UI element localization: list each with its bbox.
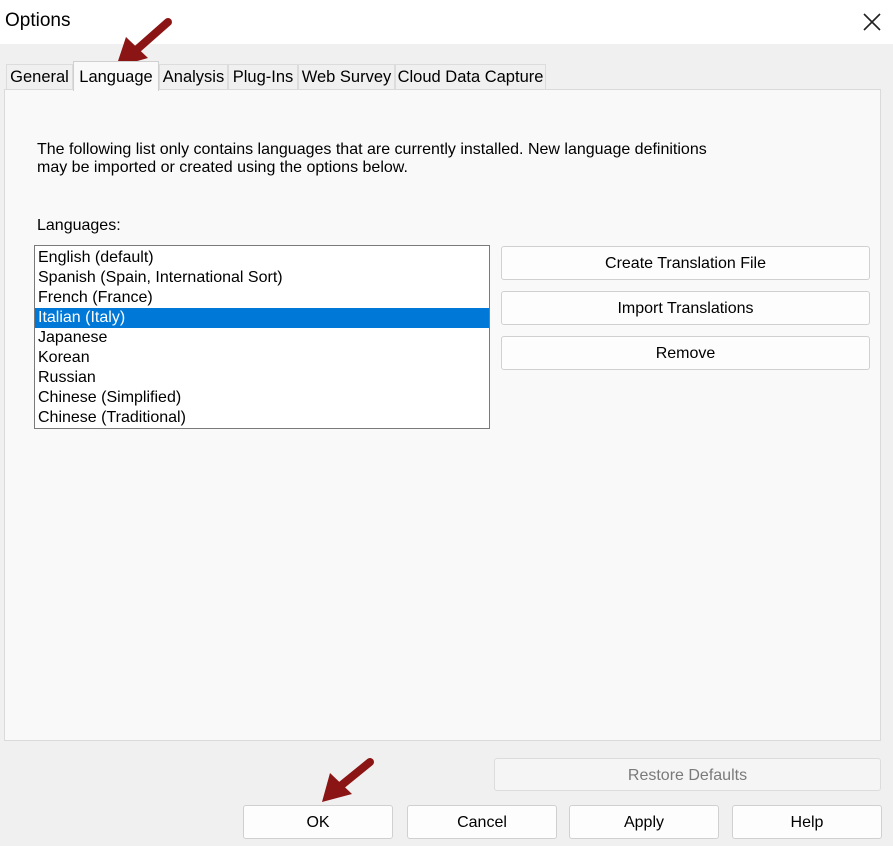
help-button[interactable]: Help	[732, 805, 882, 839]
languages-listbox[interactable]: English (default) Spanish (Spain, Intern…	[34, 245, 490, 429]
tab-web-survey[interactable]: Web Survey	[298, 64, 395, 89]
import-translations-button[interactable]: Import Translations	[501, 291, 870, 325]
apply-button[interactable]: Apply	[569, 805, 719, 839]
description-line-1: The following list only contains languag…	[37, 141, 707, 158]
cancel-button[interactable]: Cancel	[407, 805, 557, 839]
list-item[interactable]: English (default)	[35, 248, 489, 268]
list-item[interactable]: Korean	[35, 348, 489, 368]
restore-defaults-button[interactable]: Restore Defaults	[494, 758, 881, 791]
tab-cloud-data-capture[interactable]: Cloud Data Capture	[395, 64, 546, 89]
list-item[interactable]: French (France)	[35, 288, 489, 308]
languages-label: Languages:	[37, 217, 121, 234]
list-item[interactable]: Japanese	[35, 328, 489, 348]
list-item[interactable]: Russian	[35, 368, 489, 388]
window-title: Options	[5, 10, 71, 31]
tab-plug-ins[interactable]: Plug-Ins	[228, 64, 298, 89]
description-line-2: may be imported or created using the opt…	[37, 159, 408, 176]
tab-language[interactable]: Language	[73, 61, 159, 91]
language-description: The following list only contains languag…	[37, 141, 757, 177]
create-translation-file-button[interactable]: Create Translation File	[501, 246, 870, 280]
remove-button[interactable]: Remove	[501, 336, 870, 370]
list-item[interactable]: Chinese (Traditional)	[35, 408, 489, 428]
annotation-arrow-icon	[322, 758, 374, 802]
ok-button[interactable]: OK	[243, 805, 393, 839]
list-item[interactable]: Spanish (Spain, International Sort)	[35, 268, 489, 288]
list-item[interactable]: Chinese (Simplified)	[35, 388, 489, 408]
close-button[interactable]	[850, 0, 893, 44]
tab-general[interactable]: General	[6, 64, 73, 89]
list-item-selected[interactable]: Italian (Italy)	[35, 308, 489, 328]
close-icon	[862, 13, 881, 31]
